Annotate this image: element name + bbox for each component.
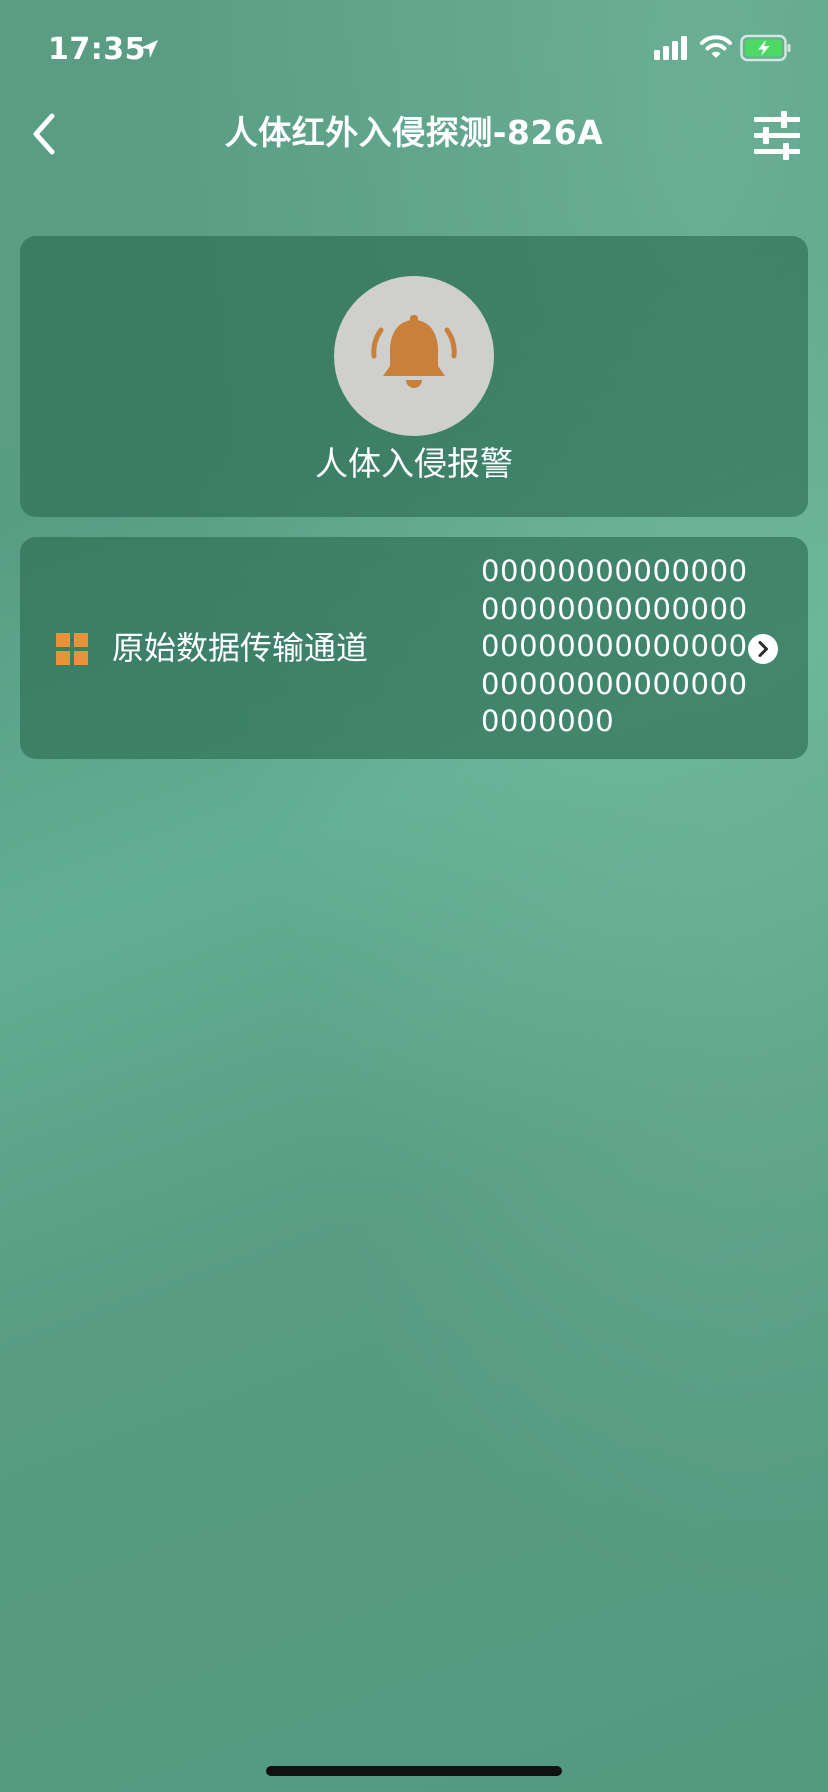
status-time: 17:35 <box>48 32 146 67</box>
settings-button[interactable] <box>750 108 804 162</box>
battery-charging-icon <box>740 34 791 62</box>
signal-bars-icon <box>654 36 687 60</box>
bell-ringing-icon <box>371 315 457 388</box>
sliders-icon <box>754 111 800 160</box>
back-button[interactable] <box>22 106 66 162</box>
grid-icon <box>56 633 88 665</box>
page-title: 人体红外入侵探测-826A <box>224 113 604 152</box>
alarm-label: 人体入侵报警 <box>315 444 513 483</box>
home-indicator <box>266 1766 562 1776</box>
alarm-card: 人体入侵报警 <box>20 236 808 517</box>
location-arrow-icon <box>140 40 158 58</box>
wifi-icon <box>700 35 732 58</box>
raw-data-channel-label: 原始数据传输通道 <box>112 629 369 667</box>
chevron-left-icon <box>33 113 55 155</box>
raw-data-value: 0000000000000000000000000000000000000000… <box>481 554 748 738</box>
nav-bar: 人体红外入侵探测-826A <box>0 100 828 170</box>
alarm-button[interactable] <box>334 276 494 436</box>
raw-data-channel-row[interactable]: 原始数据传输通道 0000000000000000000000000000000… <box>20 537 808 759</box>
chevron-right-circle-icon <box>748 634 778 664</box>
status-bar: 17:35 <box>0 0 828 100</box>
